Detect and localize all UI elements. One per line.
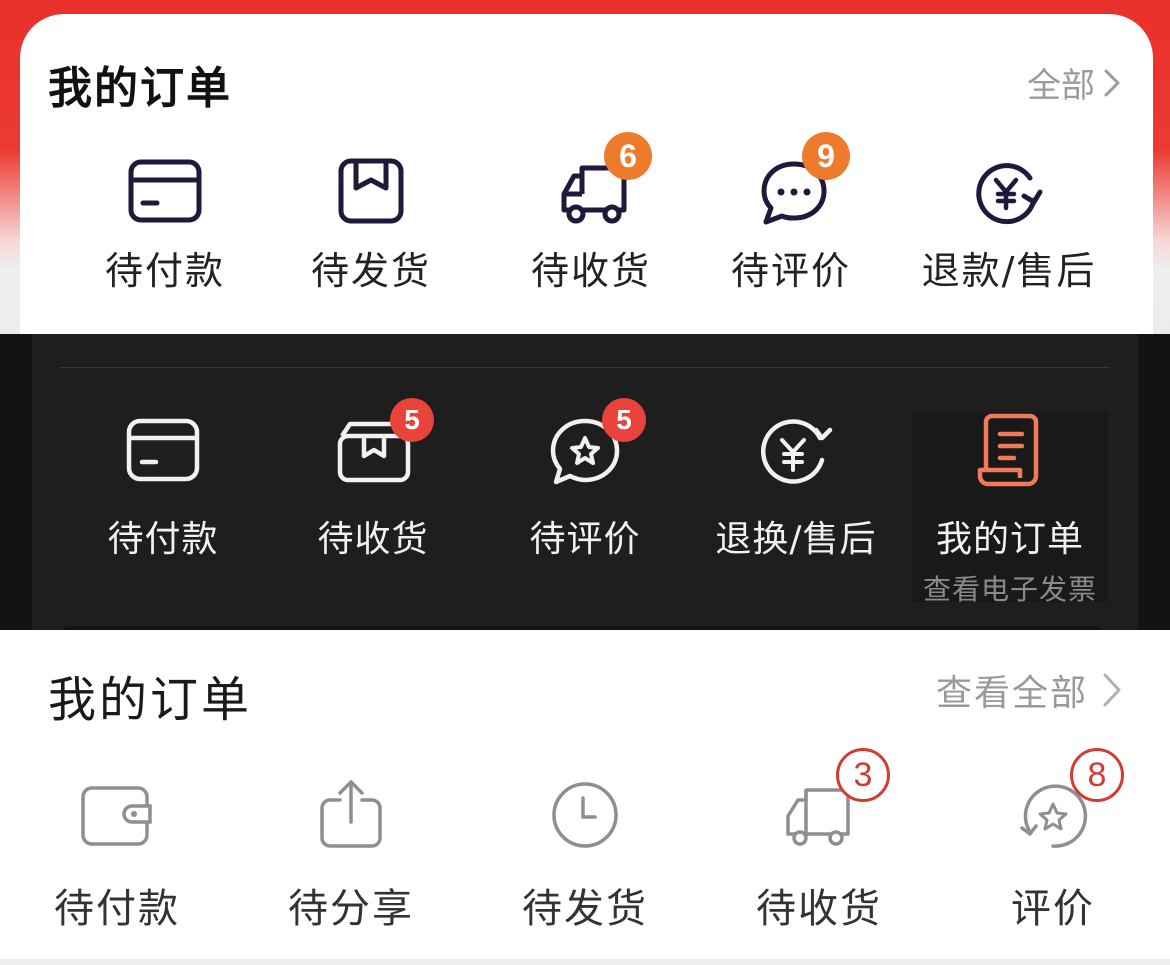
order-item-pending-payment[interactable]: 待付款 [42, 780, 192, 932]
order-panel-red: 我的订单 全部 待付款 待发货 6 待收货 9 待评价 退款/售后 [0, 0, 1170, 334]
order-item-pending-receipt[interactable]: 6 待收货 [516, 132, 666, 300]
order-item-pending-ship[interactable]: 待发货 [296, 150, 446, 300]
view-all-label: 全部 [1027, 66, 1095, 106]
clock-icon [552, 782, 618, 848]
order-item-label: 待发货 [310, 249, 431, 293]
notification-badge: 8 [1070, 748, 1124, 802]
order-item-review[interactable]: 8 评价 [978, 748, 1128, 932]
notification-badge: 5 [602, 398, 646, 442]
order-item-label: 待付款 [104, 249, 225, 293]
view-all-link[interactable]: 查看全部 [936, 664, 1122, 716]
chevron-right-icon [1103, 673, 1121, 707]
bottom-divider [0, 959, 1170, 965]
order-item-label: 待评价 [529, 519, 641, 560]
order-item-label: 退换/售后 [715, 519, 877, 560]
order-item-label: 待发货 [522, 886, 648, 932]
order-item-label: 待付款 [54, 886, 180, 932]
order-item-label: 待分享 [288, 886, 414, 932]
order-item-label: 评价 [1011, 886, 1095, 932]
notification-badge: 6 [604, 132, 652, 180]
section-title: 我的订单 [48, 63, 232, 114]
dark-item-my-orders[interactable]: 我的订单 查看电子发票 [912, 412, 1108, 606]
order-item-label: 退款/售后 [921, 249, 1097, 293]
chevron-right-icon [1104, 69, 1120, 96]
order-item-label: 待付款 [107, 519, 219, 560]
card-icon [126, 418, 200, 482]
view-all-label: 查看全部 [935, 673, 1088, 714]
card-icon [128, 159, 202, 223]
order-item-refund[interactable]: 退款/售后 [914, 150, 1104, 300]
order-item-label: 待评价 [730, 249, 851, 293]
package-icon [338, 158, 404, 224]
order-item-pending-receipt[interactable]: 3 待收货 [744, 748, 894, 932]
invoice-link[interactable]: 查看电子发票 [912, 568, 1108, 608]
order-item-pending-ship[interactable]: 待发货 [510, 780, 660, 932]
share-icon [320, 780, 382, 848]
order-item-pending-review[interactable]: 9 待评价 [716, 132, 866, 300]
view-all-link[interactable]: 全部 [1027, 58, 1121, 107]
dark-item-pending-receipt[interactable]: 5 待收货 [298, 398, 448, 562]
order-item-pending-payment[interactable]: 待付款 [90, 150, 240, 300]
wallet-icon [81, 786, 152, 846]
order-item-label: 待收货 [317, 519, 429, 560]
dark-item-pending-review[interactable]: 5 待评价 [510, 398, 660, 562]
order-item-label: 我的订单 [935, 519, 1084, 560]
receipt-icon [977, 413, 1039, 487]
notification-badge: 5 [390, 398, 434, 442]
notification-badge: 9 [802, 132, 850, 180]
section-title: 我的订单 [48, 672, 253, 728]
order-panel-white: 我的订单 查看全部 待付款 待分享 待发货 3 待收货 8 评价 [0, 630, 1170, 965]
order-item-label: 待收货 [756, 886, 882, 932]
divider [60, 367, 1110, 368]
order-item-label: 待收货 [530, 249, 651, 293]
notification-badge: 3 [836, 748, 890, 802]
order-item-pending-share[interactable]: 待分享 [276, 780, 426, 932]
dark-item-pending-payment[interactable]: 待付款 [88, 412, 238, 562]
yen-refund-icon [760, 419, 833, 484]
yen-refund-icon [976, 163, 1043, 225]
dark-item-exchange[interactable]: 退换/售后 [706, 412, 886, 562]
order-panel-dark: 待付款 5 待收货 5 待评价 退换/售后 我的订单 查看电子发票 [0, 334, 1170, 634]
